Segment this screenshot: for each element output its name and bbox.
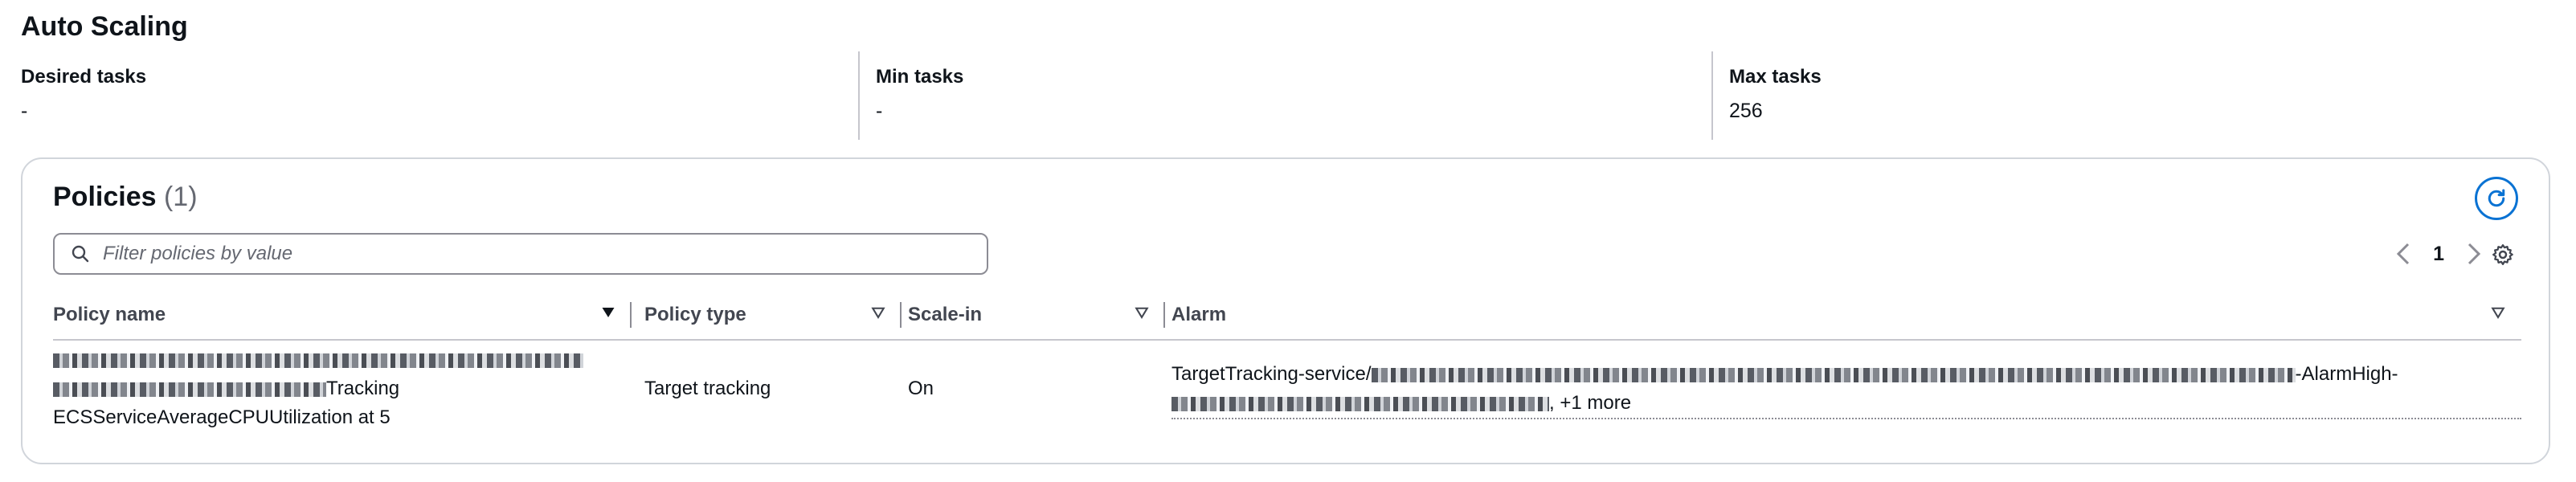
column-divider[interactable] [900, 302, 902, 328]
metric-value: 256 [1729, 100, 1763, 122]
refresh-button[interactable] [2475, 177, 2518, 220]
alarm-underline [1171, 418, 2521, 419]
table-header: Policy name Policy type Scale-in Alarm [53, 291, 2521, 341]
current-page[interactable]: 1 [2433, 243, 2444, 266]
alarm-cell[interactable]: TargetTracking-service/-AlarmHigh- , +1 … [1171, 360, 2521, 419]
auto-scaling-page: Auto Scaling Desired tasks - Min tasks -… [0, 0, 2576, 482]
policies-title: Policies (1) [53, 182, 198, 213]
table-row: Tracking ECSServiceAverageCPUUtilization… [53, 341, 2521, 443]
sort-icon [2491, 307, 2505, 320]
chevron-left-icon[interactable] [2394, 242, 2412, 266]
alarm-more-link[interactable]: , +1 more [1549, 392, 1631, 414]
sort-icon [1135, 307, 1149, 320]
scale-in-cell: On [908, 378, 934, 399]
redacted-text [53, 353, 583, 368]
column-header-scale-in[interactable]: Scale-in [908, 291, 1165, 339]
gear-icon [2492, 244, 2513, 265]
refresh-icon [2488, 189, 2505, 207]
metric-label: Desired tasks [21, 66, 147, 88]
sort-icon [871, 307, 885, 320]
redacted-text [1171, 396, 1549, 411]
policies-panel: Policies (1) 1 [21, 157, 2550, 464]
desired-tasks-metric: Desired tasks - [21, 51, 857, 140]
sort-desc-icon [602, 308, 615, 317]
filter-input[interactable] [101, 242, 987, 266]
page-title: Auto Scaling [21, 11, 188, 42]
column-header-policy-type[interactable]: Policy type [644, 291, 902, 339]
chevron-right-icon[interactable] [2465, 242, 2483, 266]
column-header-policy-name[interactable]: Policy name [53, 291, 632, 339]
column-divider[interactable] [630, 302, 632, 328]
filter-policies[interactable] [53, 233, 988, 275]
policies-heading: Policies [53, 182, 157, 212]
metric-value: - [21, 100, 28, 122]
policy-name-line: ECSServiceAverageCPUUtilization at 5 [53, 406, 390, 428]
metric-value: - [876, 100, 883, 122]
policy-type-cell: Target tracking [644, 378, 771, 399]
search-icon [72, 245, 89, 263]
policies-count: (1) [163, 182, 198, 212]
metric-label: Max tasks [1729, 66, 1822, 88]
column-divider[interactable] [1163, 302, 1165, 328]
redacted-text [1371, 367, 2296, 382]
policy-name-cell: Tracking ECSServiceAverageCPUUtilization… [53, 345, 615, 432]
preferences-button[interactable] [2488, 239, 2518, 270]
min-tasks-metric: Min tasks - [858, 51, 1711, 140]
metric-label: Min tasks [876, 66, 964, 88]
column-header-alarm[interactable]: Alarm [1171, 291, 2521, 339]
pagination: 1 [2394, 236, 2483, 272]
max-tasks-metric: Max tasks 256 [1711, 51, 2565, 140]
redacted-text [53, 382, 326, 397]
